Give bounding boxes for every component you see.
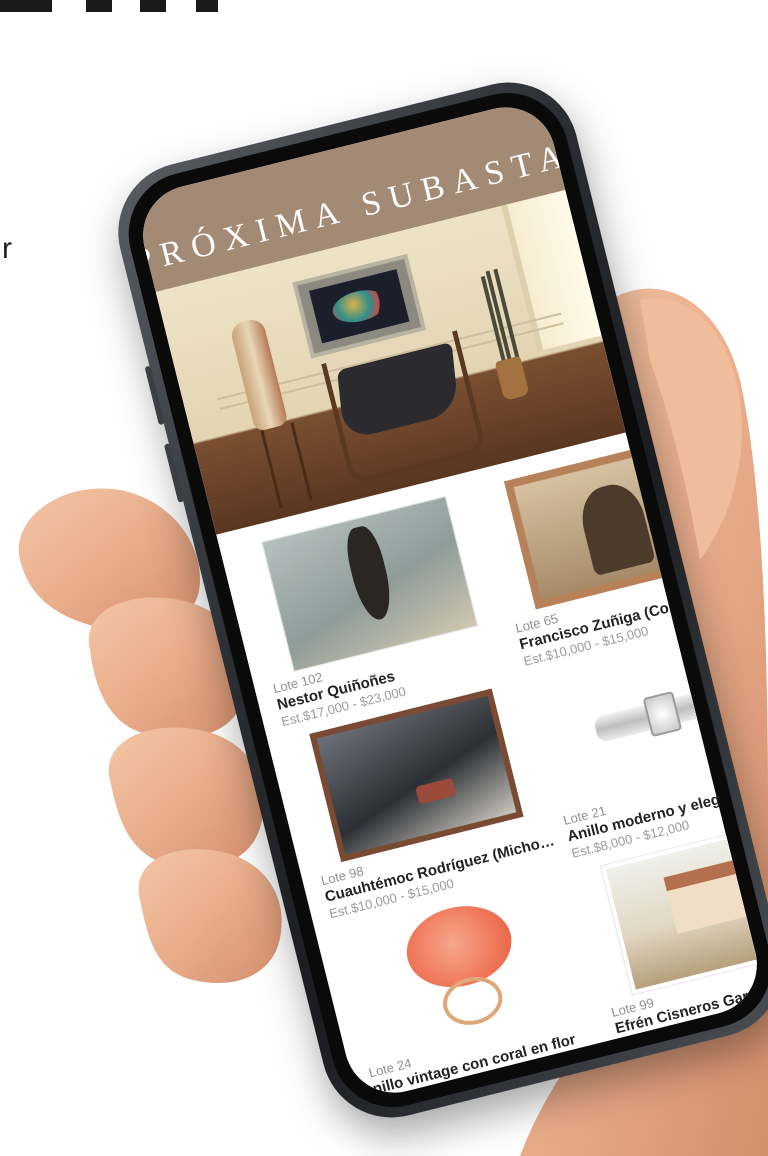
hero-side-table xyxy=(259,422,313,509)
hero-plant xyxy=(485,270,514,369)
hero-plant-pot xyxy=(494,355,530,402)
hero-vase xyxy=(229,317,289,432)
